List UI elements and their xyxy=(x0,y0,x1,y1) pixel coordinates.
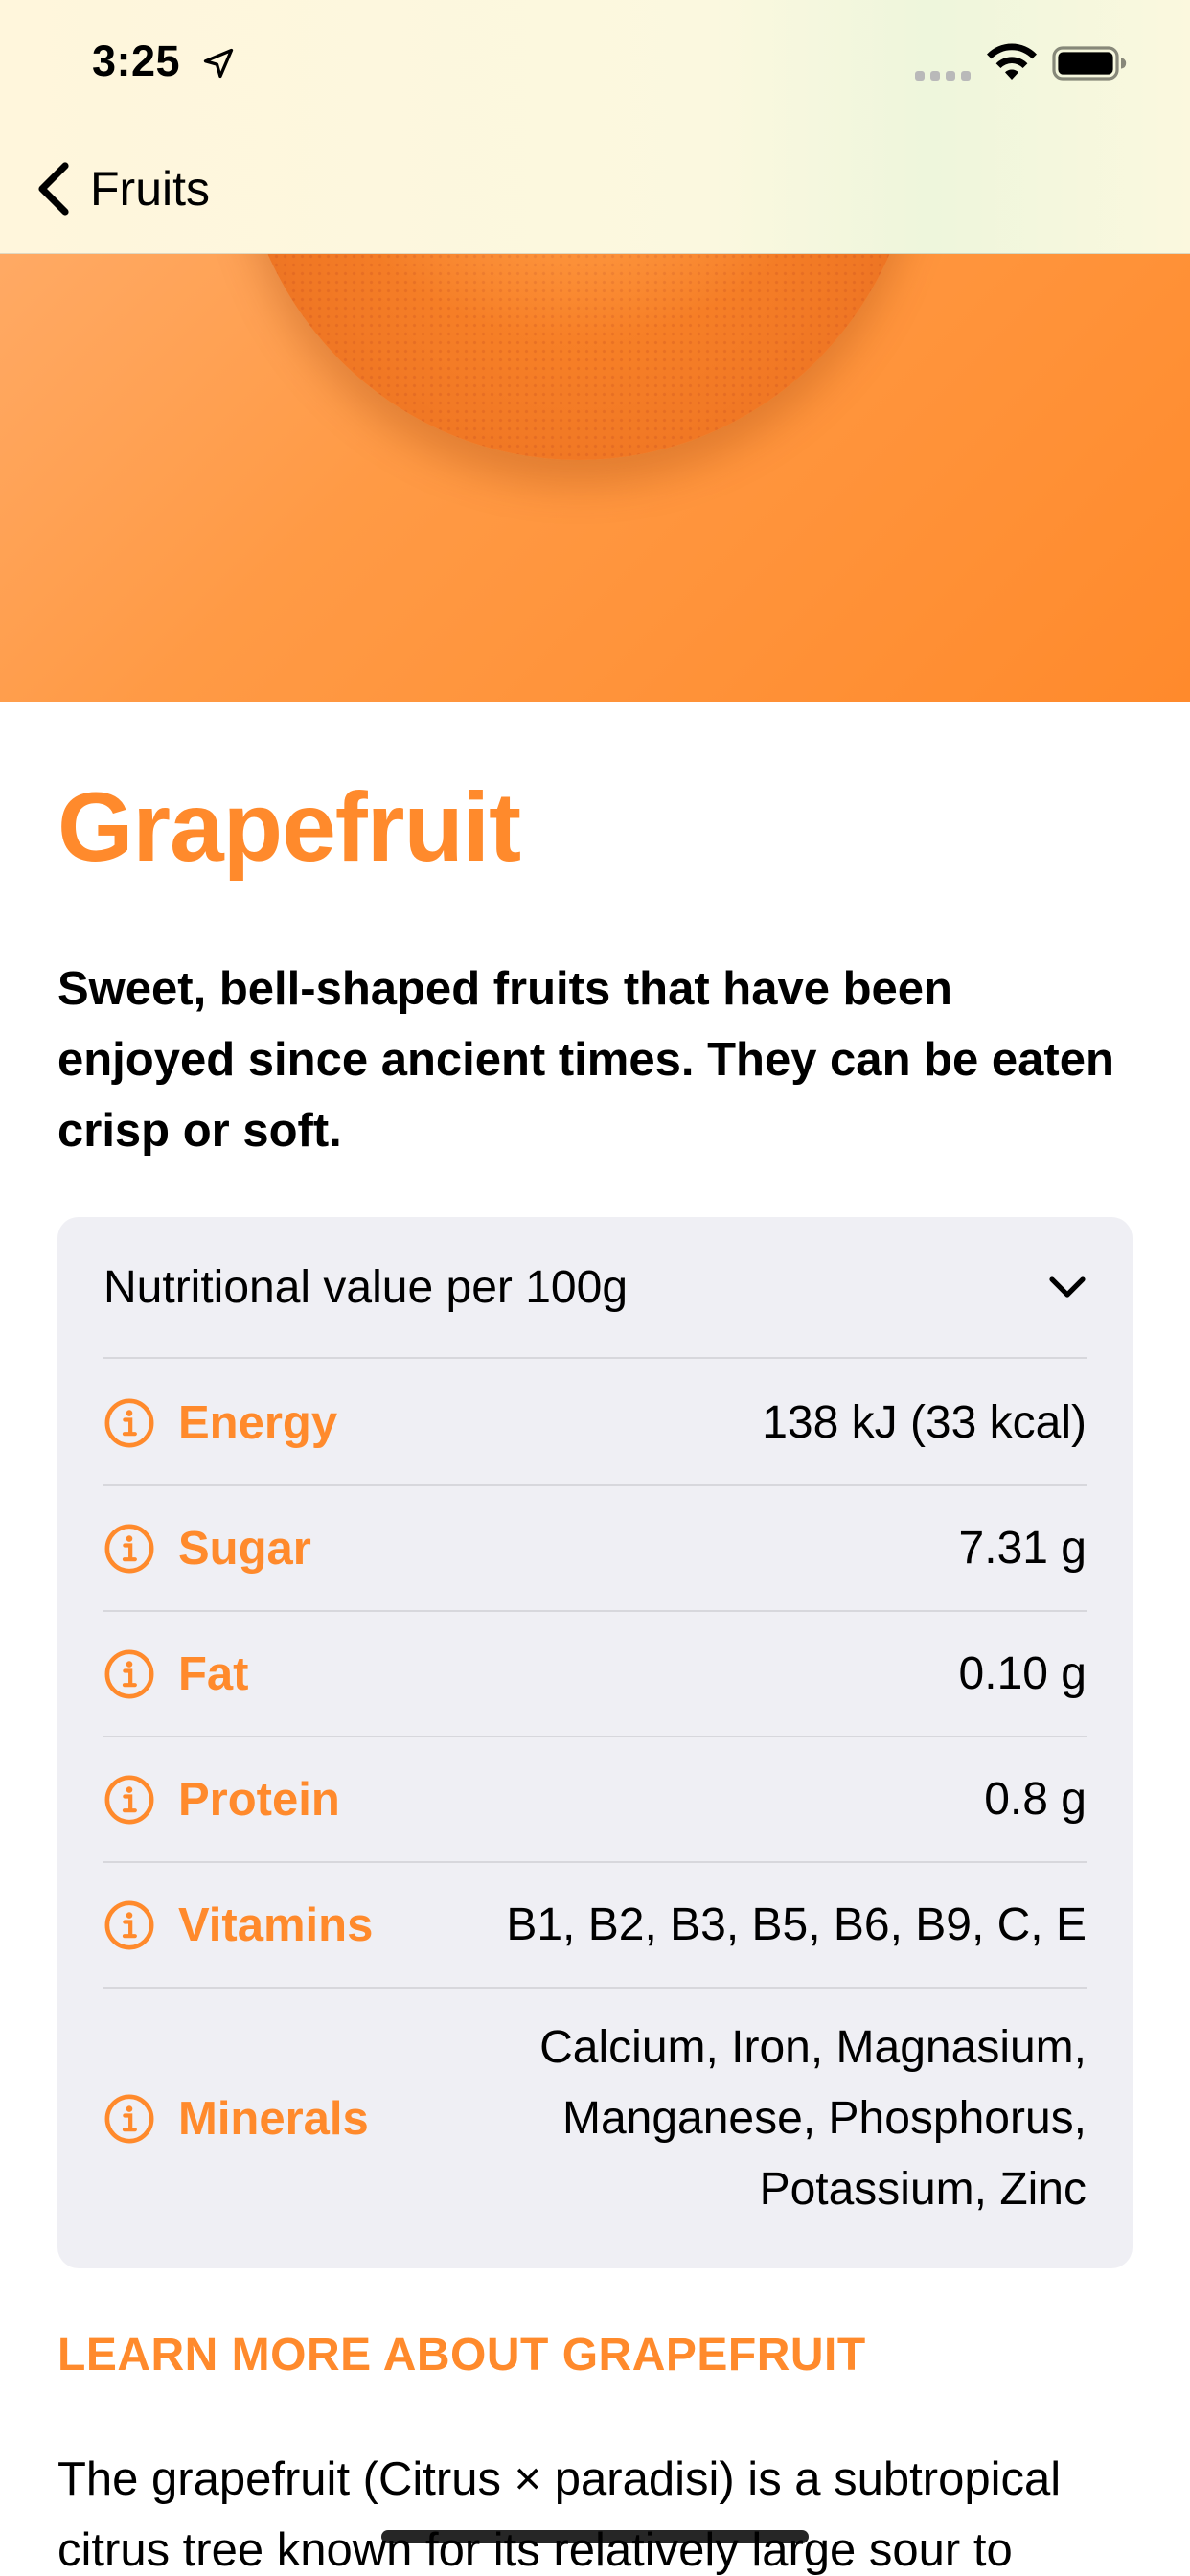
nutrition-value: 0.10 g xyxy=(958,1648,1087,1699)
nutrition-value: 138 kJ (33 kcal) xyxy=(762,1397,1087,1448)
page-title: Grapefruit xyxy=(57,772,521,882)
nutrition-label: Protein xyxy=(178,1773,340,1826)
nutrition-row-protein: Protein 0.8 g xyxy=(103,1737,1087,1863)
home-indicator[interactable] xyxy=(381,2530,809,2543)
nutrition-label: Minerals xyxy=(178,2093,369,2145)
info-icon[interactable] xyxy=(103,1648,155,1700)
nutrition-label: Vitamins xyxy=(178,1898,374,1951)
back-button-label: Fruits xyxy=(90,162,210,216)
learn-more-heading: LEARN MORE ABOUT GRAPEFRUIT xyxy=(57,2330,866,2380)
nutrition-label: Sugar xyxy=(178,1522,311,1575)
fruit-body-text: The grapefruit (Citrus × paradisi) is a … xyxy=(57,2453,1062,2576)
nutrition-value: Calcium, Iron, Magnasium, Manganese, Pho… xyxy=(539,2022,1087,2215)
info-icon[interactable] xyxy=(103,2093,155,2145)
nutrition-row-sugar: Sugar 7.31 g xyxy=(103,1486,1087,1612)
chevron-down-icon[interactable] xyxy=(1048,1274,1087,1300)
nutrition-row-fat: Fat 0.10 g xyxy=(103,1612,1087,1737)
back-button[interactable]: Fruits xyxy=(34,157,264,220)
nutrition-label: Energy xyxy=(178,1396,338,1449)
wifi-icon xyxy=(987,43,1037,80)
chevron-left-icon xyxy=(38,162,69,216)
nutrition-disclosure-header[interactable]: Nutritional value per 100g xyxy=(103,1217,1087,1359)
nutrition-card: Nutritional value per 100g Energy 138 kJ… xyxy=(57,1217,1133,2268)
fruit-description: Sweet, bell-shaped fruits that have been… xyxy=(57,963,1114,1157)
info-icon[interactable] xyxy=(103,1523,155,1575)
info-icon[interactable] xyxy=(103,1397,155,1449)
nutrition-value: 0.8 g xyxy=(984,1774,1087,1825)
nutrition-value: B1, B2, B3, B5, B6, B9, C, E xyxy=(506,1899,1087,1950)
nutrition-row-vitamins: Vitamins B1, B2, B3, B5, B6, B9, C, E xyxy=(103,1863,1087,1989)
navigation-bar: 3:25 Fruits xyxy=(0,0,1190,254)
nutrition-row-minerals: Minerals Calcium, Iron, Magnasium, Manga… xyxy=(103,1989,1087,2249)
status-time: 3:25 xyxy=(92,36,181,85)
screen: 3:25 Fruits Grapefruit Sweet, bell-shape… xyxy=(0,0,1190,2576)
nutrition-value: 7.31 g xyxy=(958,1523,1087,1574)
info-icon[interactable] xyxy=(103,1774,155,1826)
nutrition-header-label: Nutritional value per 100g xyxy=(103,1261,629,1313)
nutrition-row-energy: Energy 138 kJ (33 kcal) xyxy=(103,1361,1087,1486)
nutrition-label: Fat xyxy=(178,1647,249,1700)
battery-icon xyxy=(1052,46,1127,80)
cellular-signal-icon xyxy=(915,71,971,80)
info-icon[interactable] xyxy=(103,1899,155,1951)
location-arrow-icon xyxy=(203,48,234,79)
